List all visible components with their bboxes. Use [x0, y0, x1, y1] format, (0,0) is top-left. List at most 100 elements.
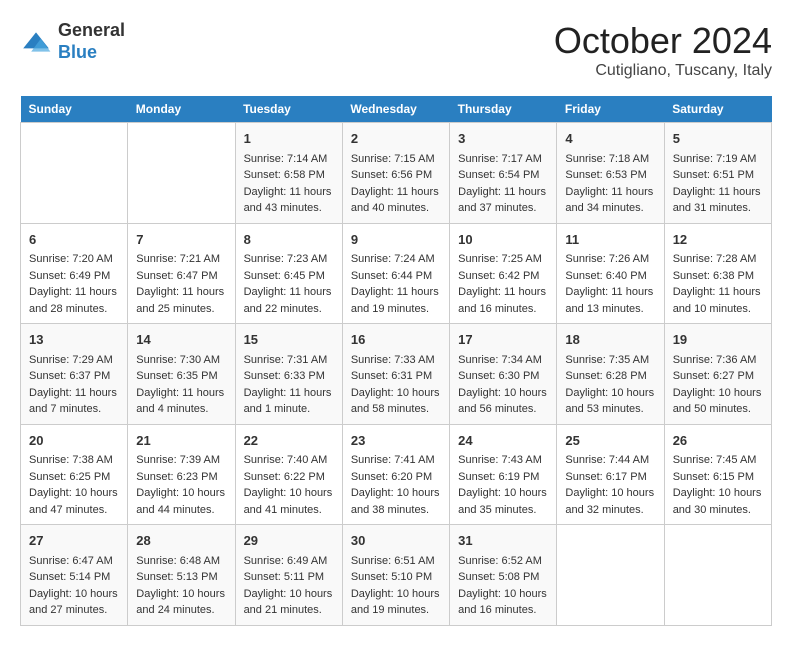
sunset-time: Sunset: 6:33 PM	[244, 370, 325, 382]
day-header-friday: Friday	[557, 96, 664, 123]
sunset-time: Sunset: 6:15 PM	[673, 471, 754, 483]
calendar-cell: 11Sunrise: 7:26 AMSunset: 6:40 PMDayligh…	[557, 223, 664, 324]
logo-general: General	[58, 20, 125, 40]
sunset-time: Sunset: 5:14 PM	[29, 571, 110, 583]
day-header-saturday: Saturday	[664, 96, 771, 123]
daylight-hours: Daylight: 10 hours and 38 minutes.	[351, 487, 440, 516]
sunset-time: Sunset: 6:38 PM	[673, 270, 754, 282]
logo-blue: Blue	[58, 42, 97, 62]
sunrise-time: Sunrise: 7:36 AM	[673, 354, 757, 366]
sunrise-time: Sunrise: 7:18 AM	[565, 153, 649, 165]
calendar-cell: 21Sunrise: 7:39 AMSunset: 6:23 PMDayligh…	[128, 424, 235, 525]
sunset-time: Sunset: 5:08 PM	[458, 571, 539, 583]
sunset-time: Sunset: 6:58 PM	[244, 169, 325, 181]
calendar-cell: 18Sunrise: 7:35 AMSunset: 6:28 PMDayligh…	[557, 324, 664, 425]
day-number: 29	[244, 531, 334, 551]
sunrise-time: Sunrise: 6:48 AM	[136, 555, 220, 567]
day-number: 11	[565, 230, 655, 250]
sunrise-time: Sunrise: 7:35 AM	[565, 354, 649, 366]
day-header-monday: Monday	[128, 96, 235, 123]
calendar-cell: 16Sunrise: 7:33 AMSunset: 6:31 PMDayligh…	[342, 324, 449, 425]
day-number: 16	[351, 330, 441, 350]
calendar-cell: 15Sunrise: 7:31 AMSunset: 6:33 PMDayligh…	[235, 324, 342, 425]
sunset-time: Sunset: 6:25 PM	[29, 471, 110, 483]
sunset-time: Sunset: 6:28 PM	[565, 370, 646, 382]
logo: General Blue	[20, 20, 125, 63]
calendar-cell: 3Sunrise: 7:17 AMSunset: 6:54 PMDaylight…	[450, 123, 557, 224]
day-number: 19	[673, 330, 763, 350]
calendar-cell: 7 Sunrise: 7:21 AM Sunset: 6:47 PM Daylight…	[128, 223, 235, 324]
day-number: 9	[351, 230, 441, 250]
daylight-hours: Daylight: 10 hours and 35 minutes.	[458, 487, 547, 516]
daylight-hours: Daylight: 11 hours and 25 minutes.	[136, 286, 224, 315]
sunset-time: Sunset: 5:11 PM	[244, 571, 325, 583]
sunrise-time: Sunrise: 7:25 AM	[458, 253, 542, 265]
sunrise-time: Sunrise: 7:43 AM	[458, 454, 542, 466]
calendar-cell: 27Sunrise: 6:47 AMSunset: 5:14 PMDayligh…	[21, 525, 128, 626]
day-number: 8	[244, 230, 334, 250]
day-number: 24	[458, 431, 548, 451]
day-number: 15	[244, 330, 334, 350]
calendar-cell: 25Sunrise: 7:44 AMSunset: 6:17 PMDayligh…	[557, 424, 664, 525]
day-number: 27	[29, 531, 119, 551]
sunset-time: Sunset: 6:47 PM	[136, 270, 217, 282]
calendar-cell: 6Sunrise: 7:20 AMSunset: 6:49 PMDaylight…	[21, 223, 128, 324]
sunset-time: Sunset: 6:56 PM	[351, 169, 432, 181]
sunset-time: Sunset: 6:20 PM	[351, 471, 432, 483]
daylight-hours: Daylight: 10 hours and 30 minutes.	[673, 487, 762, 516]
daylight-hours: Daylight: 11 hours and 37 minutes.	[458, 186, 546, 215]
calendar-cell	[664, 525, 771, 626]
sunrise-time: Sunrise: 7:40 AM	[244, 454, 328, 466]
sunrise-time: Sunrise: 7:24 AM	[351, 253, 435, 265]
daylight-hours: Daylight: 11 hours and 31 minutes.	[673, 186, 761, 215]
sunset-time: Sunset: 5:13 PM	[136, 571, 217, 583]
sunrise-time: Sunrise: 6:49 AM	[244, 555, 328, 567]
sunrise-time: Sunrise: 7:31 AM	[244, 354, 328, 366]
sunrise-time: Sunrise: 7:34 AM	[458, 354, 542, 366]
sunrise-time: Sunrise: 7:39 AM	[136, 454, 220, 466]
sunrise-time: Sunrise: 6:51 AM	[351, 555, 435, 567]
calendar-table: SundayMondayTuesdayWednesdayThursdayFrid…	[20, 96, 772, 626]
day-number: 7	[136, 230, 226, 250]
sunset-time: Sunset: 6:23 PM	[136, 471, 217, 483]
day-number: 12	[673, 230, 763, 250]
sunset-time: Sunset: 6:51 PM	[673, 169, 754, 181]
daylight-hours: Daylight: 10 hours and 41 minutes.	[244, 487, 333, 516]
day-number: 25	[565, 431, 655, 451]
sunset-time: Sunset: 6:53 PM	[565, 169, 646, 181]
day-number: 28	[136, 531, 226, 551]
month-title: October 2024	[554, 20, 772, 62]
sunset-time: Sunset: 6:22 PM	[244, 471, 325, 483]
day-number: 17	[458, 330, 548, 350]
daylight-hours: Daylight: 10 hours and 53 minutes.	[565, 387, 654, 416]
daylight-hours: Daylight: 10 hours and 50 minutes.	[673, 387, 762, 416]
calendar-cell: 4Sunrise: 7:18 AMSunset: 6:53 PMDaylight…	[557, 123, 664, 224]
sunrise-time: Sunrise: 7:14 AM	[244, 153, 328, 165]
sunset-time: Sunset: 6:30 PM	[458, 370, 539, 382]
week-row-2: 6Sunrise: 7:20 AMSunset: 6:49 PMDaylight…	[21, 223, 772, 324]
calendar-cell: 8Sunrise: 7:23 AMSunset: 6:45 PMDaylight…	[235, 223, 342, 324]
calendar-cell: 10Sunrise: 7:25 AMSunset: 6:42 PMDayligh…	[450, 223, 557, 324]
sunrise-time: Sunrise: 7:21 AM	[136, 253, 220, 265]
calendar-cell: 30Sunrise: 6:51 AMSunset: 5:10 PMDayligh…	[342, 525, 449, 626]
week-row-4: 20Sunrise: 7:38 AMSunset: 6:25 PMDayligh…	[21, 424, 772, 525]
day-number: 6	[29, 230, 119, 250]
day-number: 2	[351, 129, 441, 149]
day-number: 31	[458, 531, 548, 551]
sunrise-time: Sunrise: 7:15 AM	[351, 153, 435, 165]
sunrise-time: Sunrise: 7:30 AM	[136, 354, 220, 366]
sunrise-time: Sunrise: 7:17 AM	[458, 153, 542, 165]
calendar-cell: 2Sunrise: 7:15 AMSunset: 6:56 PMDaylight…	[342, 123, 449, 224]
daylight-hours: Daylight: 10 hours and 58 minutes.	[351, 387, 440, 416]
sunset-time: Sunset: 6:54 PM	[458, 169, 539, 181]
sunrise-time: Sunrise: 7:19 AM	[673, 153, 757, 165]
sunrise-time: Sunrise: 7:28 AM	[673, 253, 757, 265]
sunrise-time: Sunrise: 7:26 AM	[565, 253, 649, 265]
daylight-hours: Daylight: 10 hours and 56 minutes.	[458, 387, 547, 416]
day-number: 23	[351, 431, 441, 451]
sunset-time: Sunset: 6:37 PM	[29, 370, 110, 382]
sunrise-time: Sunrise: 7:45 AM	[673, 454, 757, 466]
sunrise-time: Sunrise: 7:33 AM	[351, 354, 435, 366]
calendar-cell: 28Sunrise: 6:48 AMSunset: 5:13 PMDayligh…	[128, 525, 235, 626]
location: Cutigliano, Tuscany, Italy	[554, 62, 772, 80]
